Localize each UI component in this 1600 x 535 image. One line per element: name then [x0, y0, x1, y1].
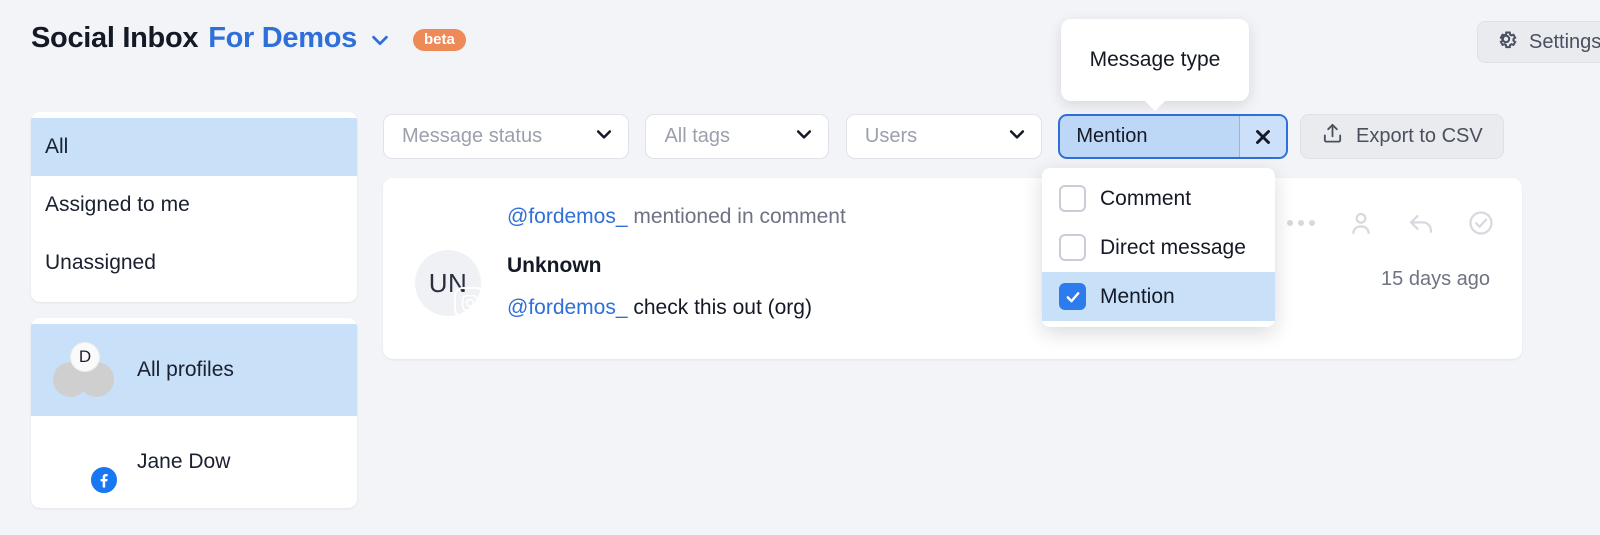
sidebar-item-assigned-to-me[interactable]: Assigned to me: [31, 176, 357, 234]
tooltip: Message type: [1061, 19, 1249, 101]
status-badge: beta: [413, 28, 466, 51]
filter-users[interactable]: Users: [845, 114, 1042, 159]
avatar: [53, 431, 119, 495]
sidebar-item-label: Assigned to me: [45, 193, 190, 216]
checkbox[interactable]: [1059, 283, 1086, 310]
chevron-down-icon[interactable]: [369, 29, 391, 51]
profile-cluster-avatar: D: [53, 342, 115, 398]
sidebar-item-jane-dow[interactable]: Jane Dow: [31, 416, 357, 508]
assign-user-icon[interactable]: [1346, 208, 1376, 238]
dropdown-option-label: Direct message: [1100, 235, 1246, 259]
filter-bar: Message status All tags Users Mention: [383, 114, 1289, 159]
mark-done-icon[interactable]: [1466, 208, 1496, 238]
mention-handle[interactable]: @fordemos_: [507, 296, 628, 319]
dropdown-option-label: Comment: [1100, 186, 1192, 210]
page-header: Social Inbox For Demos beta Settings: [0, 0, 1600, 85]
chevron-down-icon: [794, 124, 814, 150]
sidebar-item-label: Unassigned: [45, 251, 156, 274]
sidebar-item-all[interactable]: All: [31, 118, 357, 176]
filter-label: Users: [864, 125, 918, 147]
facebook-icon: [89, 465, 119, 495]
sidebar-item-all-profiles[interactable]: D All profiles: [31, 324, 357, 416]
export-to-csv-button[interactable]: Export to CSV: [1300, 114, 1504, 159]
sidebar-item-label: All: [45, 135, 69, 158]
page-title: Social Inbox For Demos beta: [31, 22, 466, 55]
sidebar-item-unassigned[interactable]: Unassigned: [31, 234, 357, 292]
tooltip-label: Message type: [1089, 48, 1221, 71]
message-body-text: check this out (org): [627, 296, 812, 319]
mention-handle[interactable]: @fordemos_: [507, 205, 628, 228]
chevron-down-icon: [1007, 124, 1027, 150]
settings-button[interactable]: Settings: [1477, 21, 1600, 63]
message-type-dropdown: Comment Direct message Mention: [1042, 168, 1275, 327]
gear-icon: [1494, 27, 1518, 57]
checkbox[interactable]: [1059, 234, 1086, 261]
filter-value-label: Mention: [1076, 125, 1148, 147]
checkbox[interactable]: [1059, 185, 1086, 212]
chevron-down-icon: [594, 124, 614, 150]
sidebar-filter-panel: All Assigned to me Unassigned: [31, 112, 357, 302]
timestamp: 15 days ago: [1381, 268, 1490, 290]
profile-label: Jane Dow: [137, 450, 231, 473]
avatar: UN: [415, 250, 485, 318]
app-title: Social Inbox: [31, 22, 199, 54]
settings-label: Settings: [1529, 30, 1600, 53]
profile-label: All profiles: [137, 358, 234, 381]
export-label: Export to CSV: [1356, 125, 1483, 147]
filter-label: Message status: [402, 125, 543, 147]
sender-name: Unknown: [507, 254, 602, 277]
workspace-name[interactable]: For Demos: [208, 22, 357, 55]
message-header: @fordemos_ mentioned in comment: [507, 205, 846, 229]
close-icon[interactable]: [1239, 116, 1287, 157]
filter-message-type[interactable]: Mention: [1058, 114, 1289, 159]
message-card[interactable]: @fordemos_ mentioned in comment UN Unkno…: [383, 178, 1522, 359]
message-actions: [1286, 208, 1496, 238]
profile-badge-letter: D: [70, 342, 100, 372]
dropdown-option-mention[interactable]: Mention: [1042, 272, 1275, 321]
export-upload-icon: [1321, 122, 1344, 151]
message-body: @fordemos_ check this out (org): [507, 296, 812, 320]
sidebar-profiles-panel: D All profiles Jane Dow: [31, 318, 357, 508]
instagram-icon: [454, 287, 485, 318]
social-inbox-app: Social Inbox For Demos beta Settings All…: [0, 0, 1600, 535]
filter-all-tags[interactable]: All tags: [645, 114, 830, 159]
dropdown-option-direct-message[interactable]: Direct message: [1042, 223, 1275, 272]
filter-label: All tags: [664, 125, 731, 147]
more-icon[interactable]: [1286, 208, 1316, 238]
filter-message-status[interactable]: Message status: [383, 114, 629, 159]
sidebar: All Assigned to me Unassigned D All prof…: [31, 112, 357, 508]
message-header-text: mentioned in comment: [627, 205, 846, 228]
reply-icon[interactable]: [1406, 208, 1436, 238]
dropdown-option-comment[interactable]: Comment: [1042, 174, 1275, 223]
dropdown-option-label: Mention: [1100, 284, 1175, 308]
